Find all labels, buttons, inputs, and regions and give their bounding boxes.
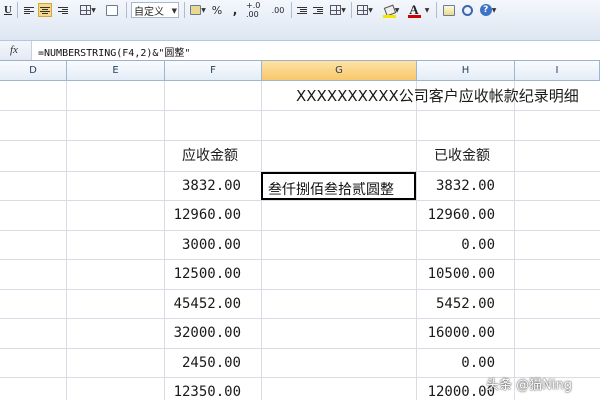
sheet-title: XXXXXXXXXX公司客户应收帐款纪录明细 (296, 87, 579, 105)
help-button[interactable]: ? ▼ (477, 3, 499, 17)
increase-decimal-button[interactable]: +.0 .00 (246, 1, 266, 19)
toolbar-separator (126, 2, 127, 18)
percent-button[interactable]: % (211, 3, 223, 17)
row-gridline (0, 200, 600, 201)
toolbar-separator (436, 2, 437, 18)
column-headers: D E F G H I (0, 61, 600, 81)
toolbar-separator (17, 2, 18, 18)
row-gridline (0, 289, 600, 290)
column-gridline (261, 81, 262, 400)
number-format-select[interactable]: 自定义 ▼ (131, 2, 179, 18)
row-gridline (0, 140, 600, 141)
borders-button[interactable]: ▼ (354, 3, 376, 17)
note-icon (443, 4, 455, 16)
align-left-icon (24, 6, 34, 14)
column-header-e[interactable]: E (67, 61, 165, 81)
received-cell: 0.00 (461, 355, 495, 371)
received-amount-header: 已收金额 (434, 148, 490, 164)
received-cell: 5452.00 (435, 296, 495, 312)
receivable-cell: 12350.00 (173, 384, 241, 400)
underline-button[interactable]: U (2, 3, 14, 17)
decrease-indent-icon (297, 6, 307, 14)
align-center-button[interactable] (38, 3, 52, 17)
receivable-cell: 12960.00 (173, 207, 241, 223)
chevron-down-icon: ▼ (368, 6, 373, 14)
column-header-i[interactable]: I (515, 61, 600, 81)
border-layout-button[interactable]: ▼ (328, 3, 348, 17)
decrease-decimal-button[interactable]: .00 (268, 3, 288, 17)
row-gridline (0, 318, 600, 319)
toolbar-separator (184, 2, 185, 18)
column-gridline (66, 81, 67, 400)
active-cell-value: 叁仟捌佰叁拾贰圆整 (268, 182, 394, 198)
receivable-cell: 3000.00 (181, 237, 241, 253)
align-right-icon (58, 6, 68, 14)
comment-button[interactable] (441, 3, 457, 17)
number-format-value: 自定义 (134, 6, 164, 18)
column-gridline (164, 81, 165, 400)
chevron-down-icon: ▼ (491, 6, 497, 14)
fill-color-swatch (383, 15, 396, 18)
magnifier-icon (461, 4, 473, 16)
received-cell: 3832.00 (435, 178, 495, 194)
chevron-down-icon[interactable]: ▼ (423, 3, 431, 17)
wrap-text-icon (106, 4, 118, 16)
merge-center-button[interactable]: ▼ (78, 3, 98, 17)
column-header-d[interactable]: D (0, 61, 67, 81)
received-cell: 10500.00 (427, 266, 495, 282)
watermark: 头条 @猫Ning (486, 378, 572, 393)
active-cell[interactable]: 叁仟捌佰叁拾贰圆整 (261, 172, 416, 200)
borders-icon (357, 5, 369, 15)
fx-icon: fx (10, 44, 18, 56)
worksheet-grid[interactable]: XXXXXXXXXX公司客户应收帐款纪录明细 应收金额 已收金额 3832.00… (0, 81, 600, 400)
decrease-indent-button[interactable] (295, 3, 309, 17)
receivable-cell: 2450.00 (181, 355, 241, 371)
column-gridline (416, 81, 417, 400)
receivable-cell: 12500.00 (173, 266, 241, 282)
received-cell: 12000.00 (427, 384, 495, 400)
received-cell: 12960.00 (427, 207, 495, 223)
row-gridline (0, 348, 600, 349)
layout-icon (330, 5, 342, 15)
formula-input[interactable]: =NUMBERSTRING(F4,2)&"圆整" (38, 44, 190, 59)
merge-cells-icon (80, 5, 92, 15)
formatting-toolbar: U ▼ 自定义 ▼ ▼ % , +.0 .00 .00 ▼ ▼ ▼ A ▼ ? … (0, 0, 600, 41)
formula-bar: fx =NUMBERSTRING(F4,2)&"圆整" (0, 41, 600, 61)
chevron-down-icon: ▼ (201, 6, 206, 14)
help-icon: ? (479, 4, 492, 16)
chevron-down-icon: ▼ (91, 6, 96, 14)
toolbar-separator (351, 2, 352, 18)
row-gridline (0, 110, 600, 111)
column-header-g[interactable]: G (262, 61, 417, 81)
insert-function-button[interactable]: fx (0, 41, 32, 60)
align-center-icon (40, 6, 50, 14)
receivable-cell: 45452.00 (173, 296, 241, 312)
increase-indent-icon (313, 6, 323, 14)
align-left-button[interactable] (22, 3, 36, 17)
increase-indent-button[interactable] (311, 3, 325, 17)
zoom-button[interactable] (459, 3, 475, 17)
comma-style-button[interactable]: , (230, 3, 240, 17)
row-gridline (0, 259, 600, 260)
currency-icon (190, 5, 202, 15)
receivable-cell: 3832.00 (181, 178, 241, 194)
align-right-button[interactable] (56, 3, 70, 17)
received-cell: 0.00 (461, 237, 495, 253)
row-gridline (0, 230, 600, 231)
column-header-f[interactable]: F (165, 61, 262, 81)
column-gridline (514, 81, 515, 400)
column-header-h[interactable]: H (417, 61, 515, 81)
receivable-amount-header: 应收金额 (182, 148, 238, 164)
receivable-cell: 32000.00 (173, 325, 241, 341)
toolbar-separator (291, 2, 292, 18)
font-color-swatch (408, 15, 421, 18)
chevron-down-icon: ▼ (171, 7, 177, 15)
wrap-text-button[interactable] (104, 3, 120, 17)
chevron-down-icon: ▼ (341, 6, 346, 14)
accounting-format-button[interactable]: ▼ (188, 3, 208, 17)
received-cell: 16000.00 (427, 325, 495, 341)
